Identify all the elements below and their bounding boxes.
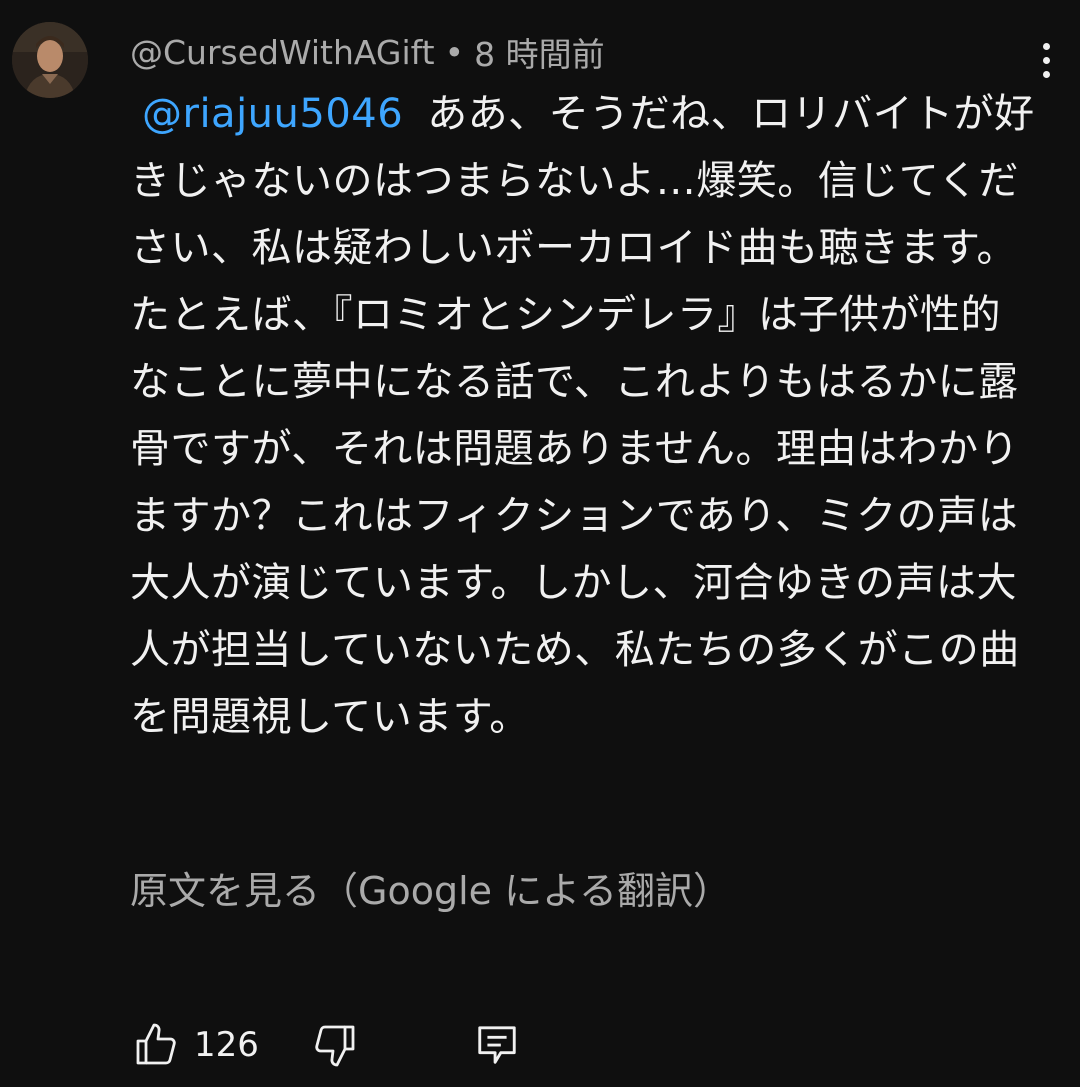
comment-text: @riajuu5046 ああ、そうだね、ロリバイトが好きじゃないのはつまらないよ……	[130, 81, 1035, 751]
comment-header: @CursedWithAGift • 8 時間前	[130, 28, 605, 76]
menu-dot	[1042, 70, 1050, 78]
thumbs-down-icon[interactable]	[309, 1019, 361, 1071]
thumbs-up-icon[interactable]	[130, 1019, 182, 1071]
comment-body-text: ああ、そうだね、ロリバイトが好きじゃないのはつまらないよ…爆笑。信じてください、…	[130, 91, 1035, 740]
mention-link[interactable]: @riajuu5046	[142, 91, 403, 137]
menu-dot	[1042, 42, 1050, 50]
comment-actions: 126	[130, 1015, 523, 1075]
more-vert-icon[interactable]	[1024, 36, 1068, 84]
separator-dot: •	[444, 32, 465, 72]
timestamp[interactable]: 8 時間前	[474, 28, 605, 76]
reply-comment-icon[interactable]	[471, 1019, 523, 1071]
like-count: 126	[194, 1025, 259, 1065]
avatar[interactable]	[12, 22, 88, 98]
see-original-link[interactable]: 原文を見る（Google による翻訳）	[130, 860, 731, 915]
menu-dot	[1042, 56, 1050, 64]
author-handle[interactable]: @CursedWithAGift	[130, 33, 435, 72]
